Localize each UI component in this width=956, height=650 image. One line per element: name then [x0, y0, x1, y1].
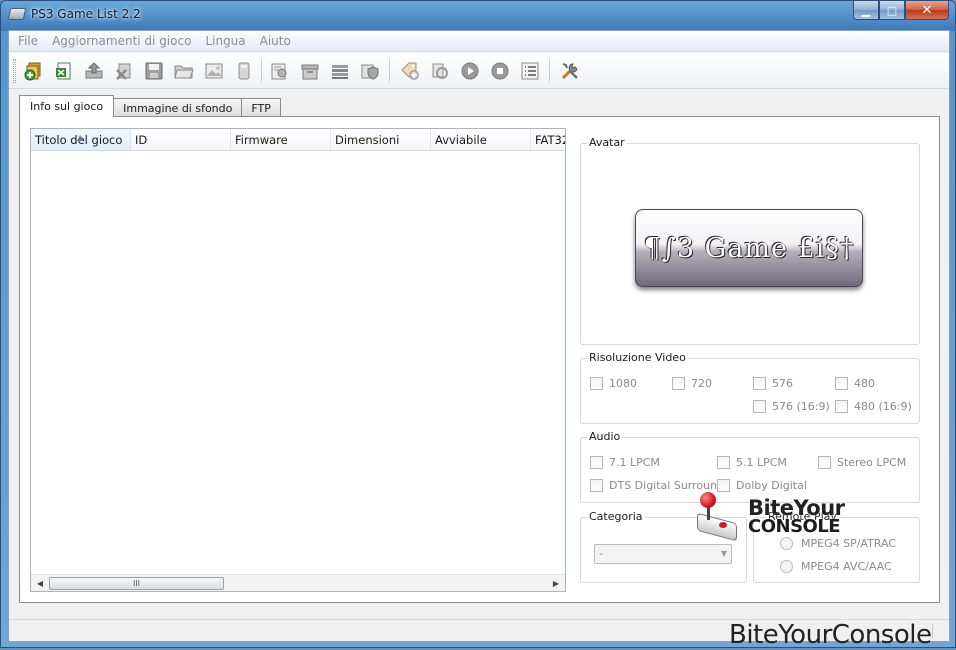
- archive-button[interactable]: [297, 58, 323, 84]
- toolbar-separator: [389, 59, 390, 83]
- avatar-image: ¶∫3 Game £i§†: [635, 209, 863, 287]
- watermark-logo: BiteYour CONSOLE: [697, 492, 857, 542]
- stop-button[interactable]: [487, 58, 513, 84]
- game-list-grid[interactable]: ▲ Titolo del gioco ID Firmware Dimensioni…: [30, 128, 566, 592]
- column-header-firmware[interactable]: Firmware: [231, 129, 331, 150]
- menu-help[interactable]: Aiuto: [253, 34, 298, 48]
- list-button[interactable]: [517, 58, 543, 84]
- column-header-size[interactable]: Dimensioni: [331, 129, 431, 150]
- scroll-thumb[interactable]: III: [49, 577, 224, 590]
- save-button[interactable]: [141, 58, 167, 84]
- tab-ftp[interactable]: FTP: [241, 98, 281, 117]
- upload-button[interactable]: [81, 58, 107, 84]
- stop-icon: [491, 62, 509, 80]
- horizontal-scrollbar[interactable]: ◀ III ▶: [31, 574, 565, 591]
- book-button[interactable]: [231, 58, 257, 84]
- app-icon: [7, 8, 27, 20]
- delete-icon: [116, 63, 131, 80]
- play-button[interactable]: [457, 58, 483, 84]
- archive-icon: [301, 64, 319, 80]
- menu-updates[interactable]: Aggiornamenti di gioco: [45, 34, 198, 48]
- export-excel-icon: [56, 62, 71, 80]
- tab-game-info[interactable]: Info sul gioco: [19, 95, 115, 117]
- avatar-group-title: Avatar: [587, 136, 627, 149]
- list-icon: [521, 62, 539, 80]
- shield-button[interactable]: [357, 58, 383, 84]
- toolbar-separator: [261, 59, 262, 83]
- shield-icon: [361, 64, 379, 80]
- client-area: File Aggiornamenti di gioco Lingua Aiuto: [8, 30, 950, 642]
- sort-ascending-icon: ▲: [77, 133, 84, 142]
- chevron-down-icon: ▼: [720, 549, 727, 558]
- category-select[interactable]: - ▼: [594, 544, 732, 564]
- column-header-id[interactable]: ID: [131, 129, 231, 150]
- settings-list-icon: [271, 63, 287, 80]
- video-resolution-title: Risoluzione Video: [587, 351, 688, 364]
- audio-title: Audio: [587, 430, 623, 443]
- export-excel-button[interactable]: [51, 58, 77, 84]
- video-resolution-group: Risoluzione Video 1080 720 576 480 576 (…: [580, 351, 920, 424]
- menu-file[interactable]: File: [11, 34, 45, 48]
- video-576-checkbox[interactable]: 576: [753, 377, 793, 390]
- settings-list-button[interactable]: [267, 58, 293, 84]
- tab-strip: Info sul gioco Immagine di sfondo FTP: [19, 95, 281, 117]
- audio-dts-checkbox[interactable]: DTS Digital Surround: [590, 479, 724, 492]
- tag-add-icon: [401, 62, 419, 80]
- add-game-button[interactable]: [21, 58, 47, 84]
- upload-icon: [85, 62, 103, 79]
- scroll-left-icon[interactable]: ◀: [33, 577, 47, 590]
- delete-button[interactable]: [111, 58, 137, 84]
- menu-bar: File Aggiornamenti di gioco Lingua Aiuto: [9, 31, 949, 52]
- watermark-bottom-text: BiteYourConsole: [729, 620, 932, 650]
- window-title: PS3 Game List 2.2: [31, 7, 141, 21]
- video-576-wide-checkbox[interactable]: 576 (16:9): [753, 400, 830, 413]
- video-720-checkbox[interactable]: 720: [672, 377, 712, 390]
- grid-header: ▲ Titolo del gioco ID Firmware Dimensioni…: [31, 129, 565, 151]
- toolbar-grip[interactable]: [13, 59, 16, 83]
- video-480-checkbox[interactable]: 480: [835, 377, 875, 390]
- column-header-fat32[interactable]: FAT32: [531, 129, 565, 150]
- tab-background-image[interactable]: Immagine di sfondo: [113, 98, 243, 117]
- open-folder-icon: [174, 65, 194, 79]
- audio-71-lpcm-checkbox[interactable]: 7.1 LPCM: [590, 456, 660, 469]
- tag-add-button[interactable]: [397, 58, 423, 84]
- minimize-button[interactable]: ▁: [853, 1, 879, 20]
- close-button[interactable]: ✕: [905, 1, 949, 20]
- video-480-wide-checkbox[interactable]: 480 (16:9): [835, 400, 912, 413]
- add-game-icon: [24, 62, 41, 81]
- category-select-value: -: [599, 547, 603, 560]
- remote-play-mpeg4-avc-radio[interactable]: MPEG4 AVC/AAC: [780, 560, 892, 573]
- toolbar-separator: [549, 59, 550, 83]
- refresh-button[interactable]: [427, 58, 453, 84]
- avatar-logo-text: ¶∫3 Game £i§†: [643, 232, 855, 264]
- scroll-right-icon[interactable]: ▶: [549, 577, 563, 590]
- watermark-line2: CONSOLE: [748, 516, 841, 537]
- caption-buttons: ▁ □ ✕: [853, 1, 949, 20]
- audio-dolby-checkbox[interactable]: Dolby Digital: [717, 479, 807, 492]
- tools-button[interactable]: [557, 58, 583, 84]
- title-bar[interactable]: PS3 Game List 2.2 ▁ □ ✕: [1, 1, 955, 29]
- audio-51-lpcm-checkbox[interactable]: 5.1 LPCM: [717, 456, 787, 469]
- menu-language[interactable]: Lingua: [198, 34, 252, 48]
- video-1080-checkbox[interactable]: 1080: [590, 377, 637, 390]
- category-title: Categoria: [587, 510, 645, 523]
- open-folder-button[interactable]: [171, 58, 197, 84]
- image-icon: [205, 63, 223, 79]
- column-header-title[interactable]: ▲ Titolo del gioco: [31, 129, 131, 150]
- app-window: PS3 Game List 2.2 ▁ □ ✕ File Aggiornamen…: [0, 0, 956, 648]
- stack-button[interactable]: [327, 58, 353, 84]
- image-button[interactable]: [201, 58, 227, 84]
- avatar-group: Avatar ¶∫3 Game £i§†: [580, 136, 920, 345]
- refresh-icon: [432, 63, 448, 79]
- maximize-button[interactable]: □: [879, 1, 905, 20]
- joystick-icon: [697, 492, 739, 542]
- audio-stereo-lpcm-checkbox[interactable]: Stereo LPCM: [818, 456, 906, 469]
- column-header-bootable[interactable]: Avviabile: [431, 129, 531, 150]
- toolbar: [9, 53, 949, 89]
- book-icon: [238, 62, 250, 80]
- save-icon: [145, 62, 163, 80]
- play-icon: [461, 62, 479, 80]
- stack-icon: [332, 65, 348, 79]
- tools-icon: [561, 63, 578, 80]
